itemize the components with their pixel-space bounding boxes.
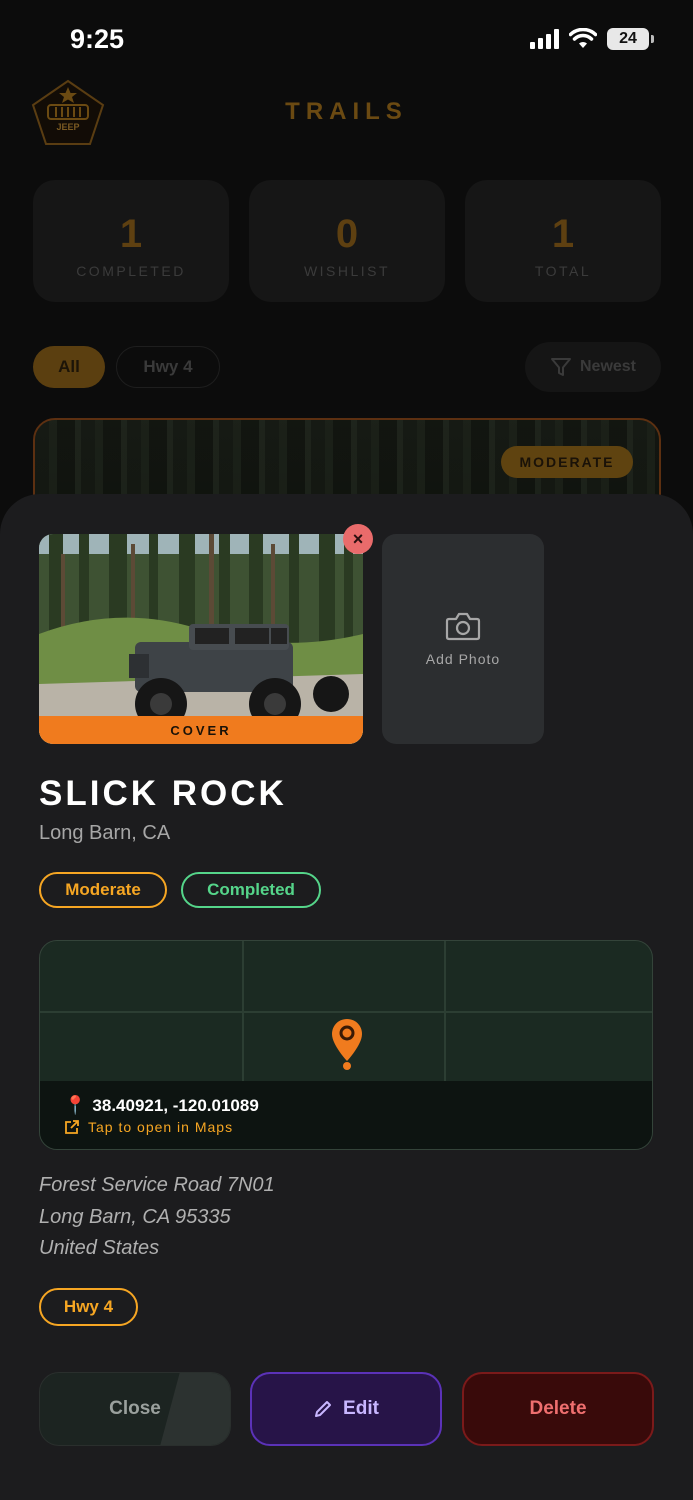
pencil-icon	[315, 1401, 332, 1417]
stat-value: 0	[335, 212, 359, 256]
map-gridline	[40, 1011, 652, 1013]
map-pin-icon	[332, 1019, 362, 1070]
close-icon: ×	[352, 528, 364, 549]
delete-button[interactable]: Delete	[462, 1372, 654, 1446]
stat-completed: 1 COMPLETED	[33, 180, 229, 302]
address-line-3: United States	[39, 1237, 160, 1259]
camera-icon	[445, 612, 481, 641]
edit-button[interactable]: Edit	[250, 1372, 442, 1446]
difficulty-tag: Moderate	[39, 872, 167, 908]
edit-button-label: Edit	[343, 1398, 379, 1419]
map-footer: 📍 38.40921, -120.01089 Tap to open in Ma…	[40, 1081, 652, 1149]
pushpin-icon: 📍	[64, 1095, 87, 1115]
page-title: TRAILS	[285, 98, 408, 125]
status-badge: Completed	[181, 872, 321, 908]
cover-label: COVER	[39, 716, 363, 744]
stat-label: COMPLETED	[76, 263, 186, 279]
stat-label: WISHLIST	[303, 263, 391, 279]
open-in-maps-label: Tap to open in Maps	[88, 1119, 234, 1135]
trail-detail-sheet: COVER × Add Photo SLICK ROCK Long Barn, …	[0, 494, 693, 1500]
close-button-label: Close	[109, 1398, 161, 1419]
add-photo-button[interactable]: Add Photo	[382, 534, 544, 744]
stat-value: 1	[119, 212, 143, 256]
stat-value: 1	[551, 212, 575, 256]
filter-chip-all: All	[33, 346, 105, 388]
coordinates-text: 38.40921, -120.01089	[92, 1095, 259, 1115]
external-link-icon	[65, 1120, 79, 1134]
sort-button: Newest	[525, 342, 661, 392]
address-line-2: Long Barn, CA 95335	[39, 1206, 231, 1228]
stat-wishlist: 0 WISHLIST	[249, 180, 445, 302]
close-button-shade	[160, 1373, 230, 1445]
open-in-maps-link[interactable]: Tap to open in Maps	[64, 1119, 233, 1135]
stat-total: 1 TOTAL	[465, 180, 661, 302]
difficulty-badge: MODERATE	[501, 446, 633, 478]
trail-location: Long Barn, CA	[39, 822, 171, 844]
close-button[interactable]: Close	[39, 1372, 231, 1446]
remove-photo-button[interactable]: ×	[343, 524, 373, 554]
address-line-1: Forest Service Road 7N01	[39, 1174, 275, 1196]
filter-funnel-icon	[550, 358, 571, 376]
add-photo-label: Add Photo	[425, 651, 501, 667]
trails-screen-background: JEEP TRAILS 1 COMPLETED 0 WISHLIST 1 TOT…	[0, 0, 693, 538]
route-tag: Hwy 4	[39, 1288, 138, 1326]
cover-photo[interactable]: COVER	[39, 534, 363, 744]
map-preview[interactable]: 📍 38.40921, -120.01089 Tap to open in Ma…	[39, 940, 653, 1150]
trail-name: SLICK ROCK	[39, 774, 287, 813]
sort-label: Newest	[579, 358, 637, 375]
trail-photo-image	[39, 534, 363, 744]
filter-chip-hwy4: Hwy 4	[116, 346, 220, 388]
coordinates-row: 📍 38.40921, -120.01089	[64, 1095, 259, 1116]
stat-label: TOTAL	[534, 263, 592, 279]
delete-button-label: Delete	[529, 1398, 587, 1419]
